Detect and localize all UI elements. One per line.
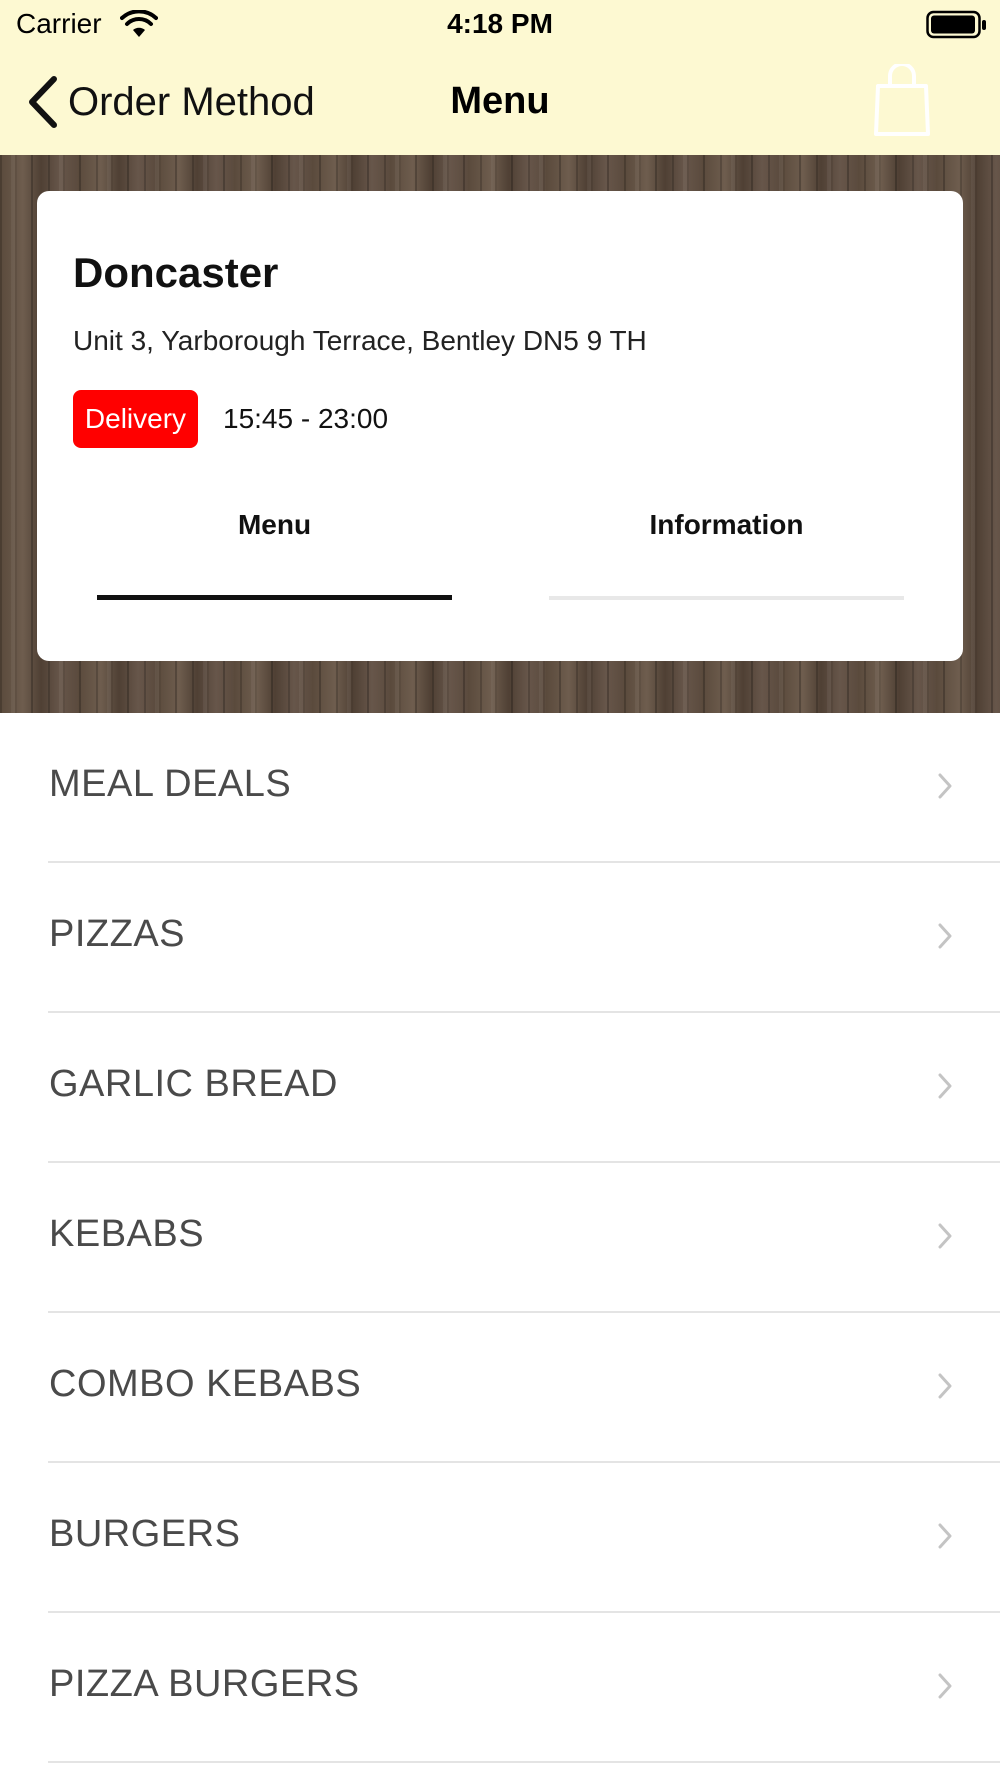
- chevron-right-icon: [938, 1523, 952, 1549]
- tab-information[interactable]: Information: [549, 509, 904, 541]
- list-item-label: MEAL DEALS: [49, 763, 292, 805]
- store-card: Doncaster Unit 3, Yarborough Terrace, Be…: [37, 191, 963, 661]
- list-item-label: GARLIC BREAD: [49, 1063, 338, 1105]
- list-item-label: PIZZA BURGERS: [49, 1663, 360, 1705]
- category-list: MEAL DEALS PIZZAS GARLIC BREAD KEBABS CO…: [0, 713, 1000, 1763]
- top-bar: Carrier 4:18 PM Order Method Menu: [0, 0, 1000, 156]
- delivery-badge: Delivery: [73, 390, 198, 448]
- list-item[interactable]: PIZZA BURGERS: [0, 1613, 1000, 1763]
- list-item[interactable]: COMBO KEBABS: [0, 1313, 1000, 1463]
- opening-hours: 15:45 - 23:00: [223, 403, 389, 434]
- list-item[interactable]: MEAL DEALS: [0, 713, 1000, 863]
- tab-information-indicator: [549, 596, 904, 600]
- store-address: Unit 3, Yarborough Terrace, Bentley DN5 …: [73, 325, 647, 356]
- chevron-right-icon: [938, 773, 952, 799]
- list-item-label: COMBO KEBABS: [49, 1363, 362, 1405]
- shopping-bag-icon[interactable]: [872, 64, 932, 138]
- chevron-right-icon: [938, 1373, 952, 1399]
- tab-menu[interactable]: Menu: [97, 509, 452, 541]
- list-item[interactable]: KEBABS: [0, 1163, 1000, 1313]
- divider: [48, 1761, 1000, 1763]
- chevron-right-icon: [938, 1073, 952, 1099]
- store-name: Doncaster: [73, 249, 279, 296]
- chevron-right-icon: [938, 1673, 952, 1699]
- list-item[interactable]: GARLIC BREAD: [0, 1013, 1000, 1163]
- chevron-right-icon: [938, 923, 952, 949]
- list-item-label: KEBABS: [49, 1213, 205, 1255]
- status-time: 4:18 PM: [447, 8, 553, 39]
- list-item-label: PIZZAS: [49, 913, 186, 955]
- battery-icon: [926, 10, 986, 39]
- list-item-label: BURGERS: [49, 1513, 241, 1555]
- tab-menu-indicator: [97, 595, 452, 600]
- list-item[interactable]: PIZZAS: [0, 863, 1000, 1013]
- chevron-right-icon: [938, 1223, 952, 1249]
- list-item[interactable]: BURGERS: [0, 1463, 1000, 1613]
- page-title: Menu: [450, 80, 550, 122]
